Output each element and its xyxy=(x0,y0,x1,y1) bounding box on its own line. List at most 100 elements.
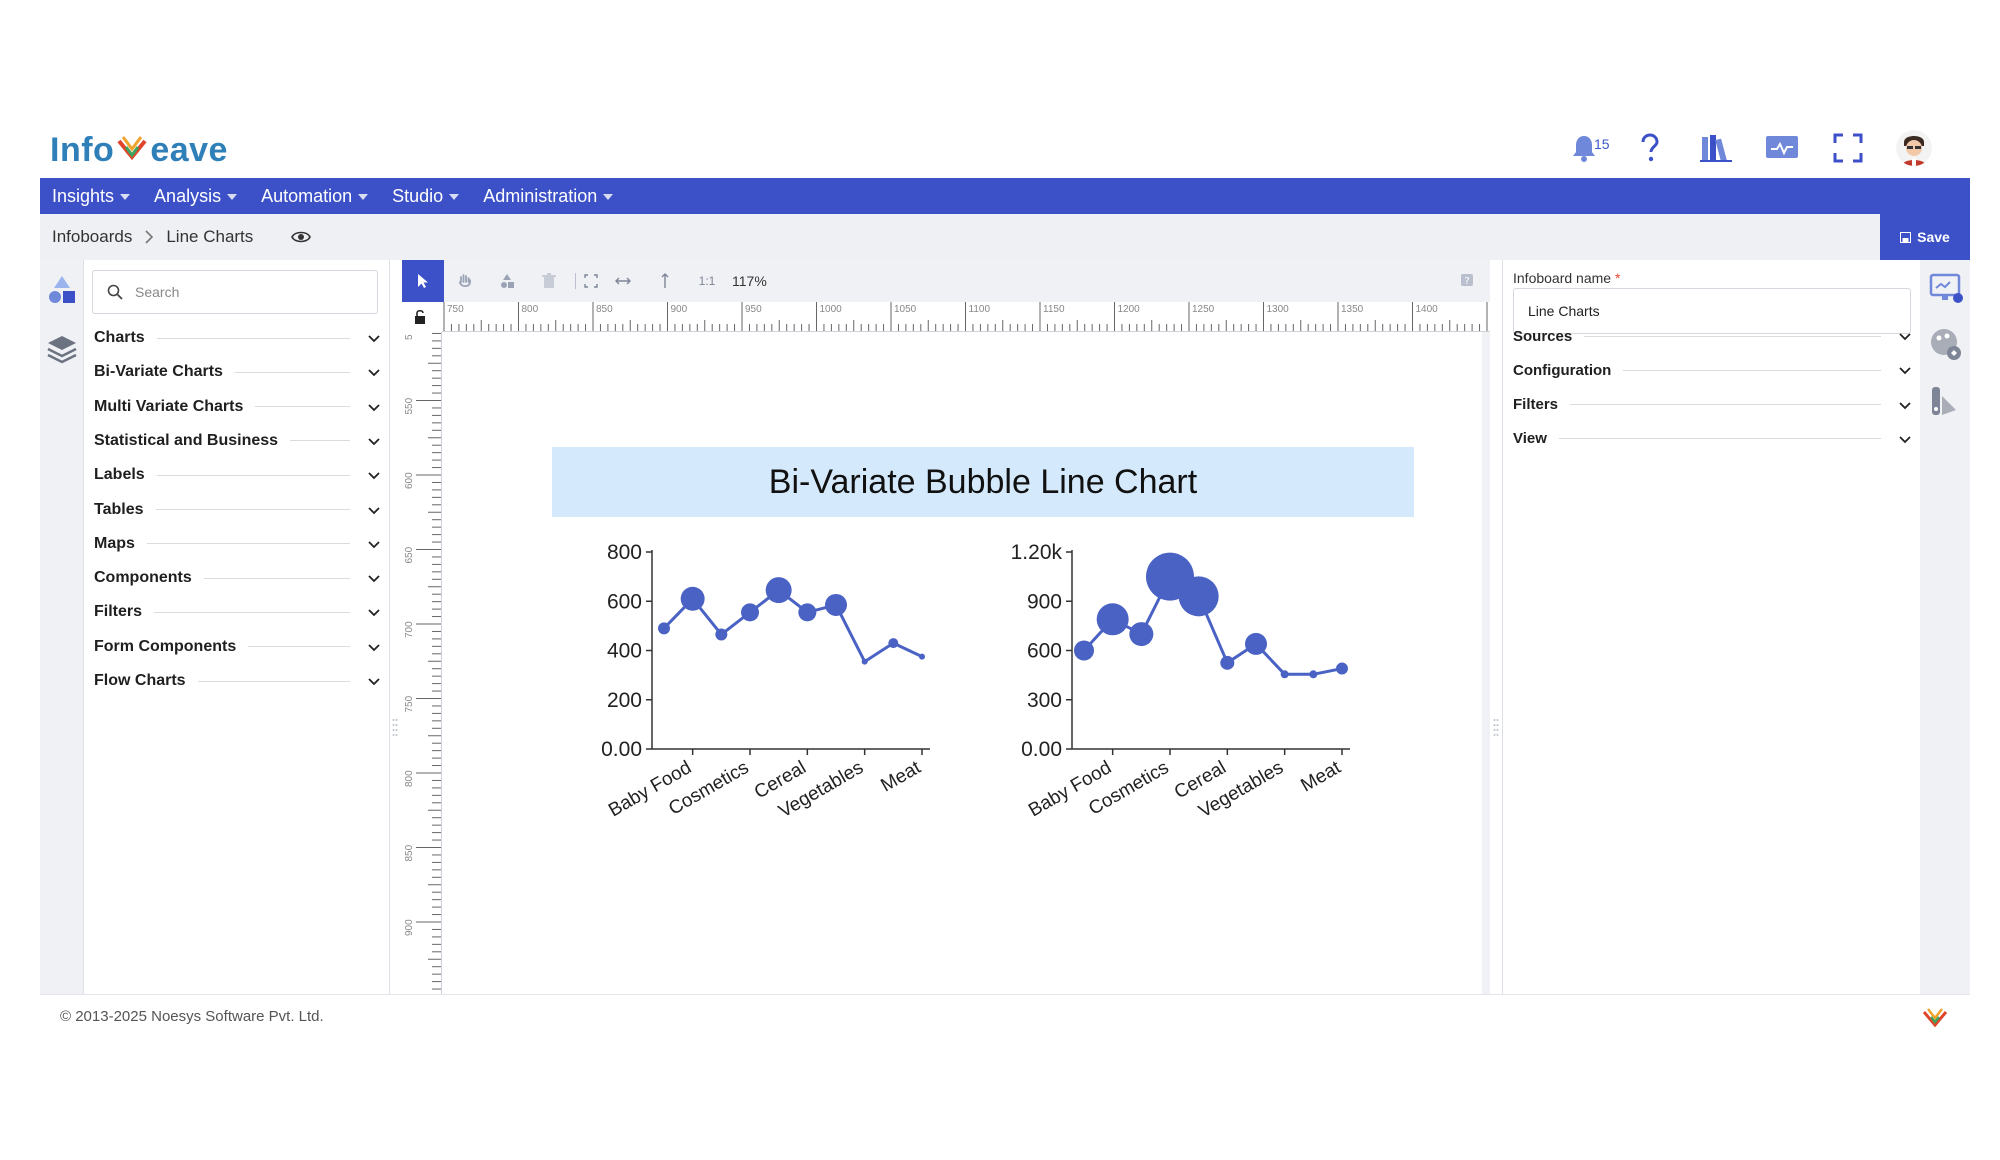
section-view[interactable]: View xyxy=(1513,425,1913,453)
vertical-ruler: 5 550 600 650 700 750 800 850 900 xyxy=(402,332,442,994)
search-box[interactable] xyxy=(92,270,378,314)
breadcrumb-infoboards[interactable]: Infoboards xyxy=(52,227,132,247)
ruler-tick-label: 650 xyxy=(404,546,415,563)
category-form-components[interactable]: Form Components xyxy=(94,633,382,661)
category-labels[interactable]: Labels xyxy=(94,461,382,489)
menu-insights[interactable]: Insights xyxy=(52,185,131,207)
category-charts[interactable]: Charts xyxy=(94,324,382,352)
breadcrumb-current: Line Charts xyxy=(166,227,254,246)
fit-width-tool[interactable] xyxy=(602,260,644,302)
arrow-up-icon xyxy=(661,273,669,288)
search-input[interactable] xyxy=(135,284,355,300)
user-avatar-button[interactable] xyxy=(1896,130,1932,166)
divider xyxy=(203,577,350,579)
section-label: Sources xyxy=(1513,327,1573,345)
category-tables[interactable]: Tables xyxy=(94,496,382,524)
logo-text-left: Info xyxy=(50,130,115,169)
pan-tool[interactable] xyxy=(444,260,486,302)
section-configuration[interactable]: Configuration xyxy=(1513,356,1913,384)
delete-tool[interactable] xyxy=(528,260,570,302)
menu-automation[interactable]: Automation xyxy=(261,186,369,207)
section-filters[interactable]: Filters xyxy=(1513,391,1913,419)
menu-administration[interactable]: Administration xyxy=(483,186,614,207)
ruler-tick-label: 550 xyxy=(404,397,415,414)
menu-studio[interactable]: Studio xyxy=(392,186,460,207)
bubble-point xyxy=(1309,670,1318,679)
board-settings-icon[interactable] xyxy=(1928,270,1964,306)
divider xyxy=(1570,404,1881,406)
save-button[interactable]: Save xyxy=(1880,214,1970,260)
monitor-button[interactable] xyxy=(1764,130,1800,166)
chevron-down-icon xyxy=(368,438,380,446)
caret-down-icon xyxy=(358,194,369,200)
section-sources[interactable]: Sources xyxy=(1513,322,1913,350)
bubble-point xyxy=(919,653,925,660)
menu-analysis[interactable]: Analysis xyxy=(154,185,238,207)
section-label: View xyxy=(1513,430,1547,448)
main-menu-bar: Insights Analysis Automation Studio Admi… xyxy=(40,178,1970,214)
bubble-line-chart-left[interactable]: 8006004002000.00Baby FoodCosmeticsCereal… xyxy=(552,522,952,842)
category-filters[interactable]: Filters xyxy=(94,598,382,626)
ruler-scale: 5 550 600 650 700 750 800 850 900 xyxy=(404,332,441,990)
category-bi-variate-charts[interactable]: Bi-Variate Charts xyxy=(94,358,382,386)
canvas-area: 1:1 117% ? 750 800 850 900 950 1000 1050 1100 11… xyxy=(402,260,1490,994)
chevron-down-icon xyxy=(368,369,380,377)
category-statistical-and-business[interactable]: Statistical and Business xyxy=(94,427,382,455)
divider xyxy=(290,440,350,442)
fullscreen-button[interactable] xyxy=(1830,130,1866,166)
ruler-tick-label: 900 xyxy=(404,919,415,936)
chart-title-box[interactable]: Bi-Variate Bubble Line Chart xyxy=(552,447,1414,517)
category-label: Bi-Variate Charts xyxy=(94,363,223,381)
save-label: Save xyxy=(1917,229,1950,245)
ruler-tick-label: 900 xyxy=(671,304,688,315)
layers-icon[interactable] xyxy=(46,332,78,364)
select-tool[interactable] xyxy=(402,260,444,302)
notifications-button[interactable]: 15 xyxy=(1566,130,1610,166)
category-maps[interactable]: Maps xyxy=(94,530,382,558)
ruler-tick-label: 1200 xyxy=(1118,304,1141,315)
menu-label: Insights xyxy=(52,185,115,206)
bubble-point xyxy=(798,603,817,622)
books-icon xyxy=(1700,135,1732,162)
theme-icon[interactable] xyxy=(1928,326,1964,362)
header-actions: 15 xyxy=(1566,126,1932,170)
bubble-point xyxy=(1280,670,1289,679)
category-flow-charts[interactable]: Flow Charts xyxy=(94,667,382,695)
actual-size-tool[interactable]: 1:1 xyxy=(686,260,728,302)
lock-icon[interactable] xyxy=(402,302,442,332)
eye-icon[interactable] xyxy=(291,230,312,244)
category-multi-variate-charts[interactable]: Multi Variate Charts xyxy=(94,393,382,421)
divider xyxy=(1558,438,1881,440)
help-button[interactable] xyxy=(1632,130,1668,166)
monitor-icon xyxy=(1766,136,1798,158)
infoboard-name-label: Infoboard name * xyxy=(1513,270,1620,286)
panel-resize-handle[interactable] xyxy=(1493,718,1499,738)
style-icon[interactable] xyxy=(1928,384,1964,420)
library-button[interactable] xyxy=(1698,130,1734,166)
save-icon xyxy=(1900,231,1912,243)
divider xyxy=(156,474,350,476)
help-icon[interactable]: ? xyxy=(1460,273,1474,287)
category-label: Form Components xyxy=(94,637,237,655)
fit-height-tool[interactable] xyxy=(644,260,686,302)
menu-label: Analysis xyxy=(154,185,222,206)
x-tick-label: Meat xyxy=(1297,757,1345,797)
divider xyxy=(1623,369,1881,371)
infoboard-canvas[interactable]: Bi-Variate Bubble Line Chart 800 600 400 20… xyxy=(442,332,1482,994)
shapes-icon[interactable] xyxy=(46,274,78,306)
bubble-point xyxy=(1096,603,1129,636)
infoveave-logo[interactable]: Info eave xyxy=(50,128,228,172)
panel-resize-handle[interactable] xyxy=(392,718,398,738)
bubble-point xyxy=(1245,632,1267,655)
caret-down-icon xyxy=(603,194,614,200)
y-tick-label: 800 xyxy=(607,541,642,564)
fit-icon[interactable] xyxy=(583,274,598,288)
chevron-down-icon xyxy=(368,506,380,514)
bubble-line-chart-right[interactable]: 1.20k9006003000.00Baby FoodCosmeticsCere… xyxy=(972,522,1372,842)
trash-icon xyxy=(542,273,556,288)
bubble-point xyxy=(658,622,670,635)
shapes-tool[interactable] xyxy=(486,260,528,302)
y-tick-label: 600 xyxy=(607,590,642,613)
chevron-down-icon xyxy=(1899,333,1911,341)
category-components[interactable]: Components xyxy=(94,564,382,592)
